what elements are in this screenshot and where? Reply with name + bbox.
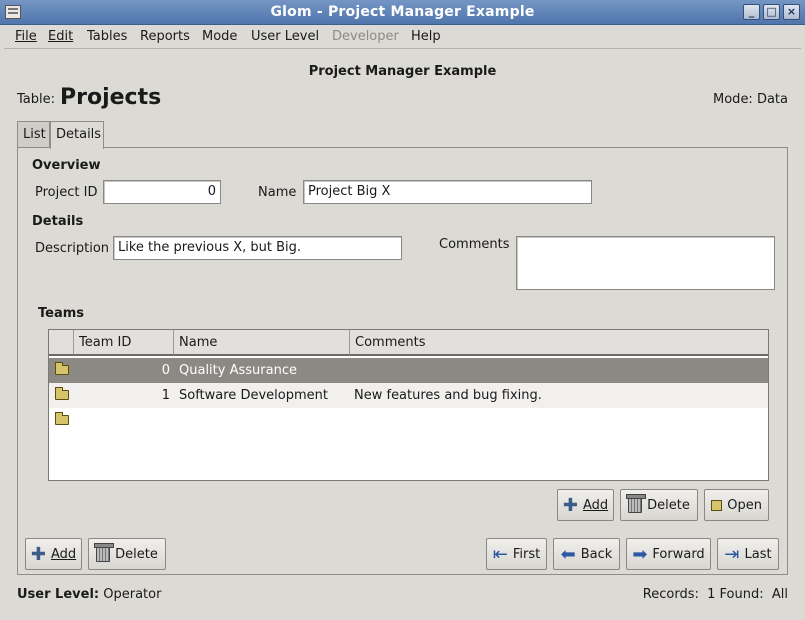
- minimize-icon[interactable]: _: [743, 4, 760, 20]
- teams-heading: Teams: [38, 306, 85, 321]
- back-label: Back: [580, 546, 613, 562]
- menu-bar: File Edit Tables Reports Mode User Level…: [4, 25, 801, 49]
- status-user-level: User Level: Operator: [17, 587, 161, 602]
- record-add-label: Add: [50, 546, 77, 562]
- teams-delete-button[interactable]: Delete: [620, 489, 698, 521]
- user-level-label: User Level:: [17, 587, 100, 602]
- last-label: Last: [744, 546, 772, 562]
- menu-mode[interactable]: Mode: [202, 29, 237, 44]
- maximize-icon[interactable]: □: [763, 4, 780, 20]
- teams-open-button[interactable]: Open: [704, 489, 769, 521]
- first-button[interactable]: ⇤ First: [486, 538, 547, 570]
- menu-file[interactable]: File: [15, 29, 37, 44]
- table-row[interactable]: 1 Software Development New features and …: [49, 383, 768, 408]
- open-record-icon[interactable]: [55, 412, 69, 425]
- column-header-comments[interactable]: Comments: [350, 330, 768, 356]
- team-name-cell: Quality Assurance: [179, 363, 297, 378]
- teams-add-button[interactable]: ✚ Add: [557, 489, 614, 521]
- record-delete-button[interactable]: Delete: [88, 538, 166, 570]
- details-heading: Details: [32, 214, 84, 229]
- team-id-cell: 0: [161, 363, 170, 378]
- status-records: Records: 1 Found: All: [642, 587, 788, 602]
- column-header-icon[interactable]: [49, 330, 74, 356]
- comments-label: Comments: [439, 237, 510, 252]
- column-header-team-id[interactable]: Team ID: [74, 330, 174, 356]
- title-bar: Glom - Project Manager Example _ □ ×: [0, 0, 805, 25]
- project-id-field[interactable]: 0: [103, 180, 221, 204]
- tab-details[interactable]: Details: [50, 121, 104, 149]
- overview-heading: Overview: [32, 158, 101, 173]
- trash-icon: [94, 543, 115, 562]
- open-record-icon[interactable]: [55, 362, 69, 375]
- first-arrow-icon: ⇤: [492, 543, 508, 565]
- menu-edit[interactable]: Edit: [48, 29, 73, 44]
- trash-icon: [626, 494, 647, 513]
- team-name-cell: Software Development: [179, 388, 328, 403]
- column-header-name[interactable]: Name: [174, 330, 350, 356]
- document-title: Project Manager Example: [308, 64, 497, 79]
- menu-edit-label: Edit: [48, 29, 74, 44]
- last-button[interactable]: ⇥ Last: [717, 538, 779, 570]
- table-name: Projects: [60, 85, 162, 110]
- first-label: First: [512, 546, 541, 562]
- menu-file-label: File: [15, 29, 37, 44]
- record-add-button[interactable]: ✚ Add: [25, 538, 82, 570]
- teams-add-label: Add: [582, 497, 609, 513]
- window-title: Glom - Project Manager Example: [270, 4, 535, 20]
- name-label: Name: [258, 185, 297, 200]
- table-label: Table:: [17, 92, 55, 107]
- plus-icon: ✚: [30, 543, 46, 565]
- user-level-value: Operator: [103, 587, 162, 602]
- project-id-label: Project ID: [35, 185, 98, 200]
- team-comments-cell: New features and bug fixing.: [354, 388, 542, 403]
- record-delete-label: Delete: [115, 546, 158, 562]
- comments-field[interactable]: [516, 236, 775, 290]
- back-arrow-icon: ⬅: [560, 543, 576, 565]
- menu-user-level[interactable]: User Level: [251, 29, 319, 44]
- table-row[interactable]: 0 Quality Assurance: [49, 358, 768, 383]
- menu-tables[interactable]: Tables: [87, 29, 127, 44]
- menu-help[interactable]: Help: [411, 29, 441, 44]
- menu-developer: Developer: [332, 29, 399, 44]
- description-field[interactable]: Like the previous X, but Big.: [113, 236, 402, 260]
- description-label: Description: [35, 241, 110, 256]
- forward-button[interactable]: ➡ Forward: [626, 538, 711, 570]
- teams-open-label: Open: [727, 497, 762, 513]
- teams-delete-label: Delete: [647, 497, 690, 513]
- table-row-new[interactable]: [49, 408, 768, 433]
- teams-table: Team ID Name Comments 0 Quality Assuranc…: [48, 329, 769, 481]
- menu-reports[interactable]: Reports: [140, 29, 190, 44]
- tab-list[interactable]: List: [17, 121, 50, 147]
- plus-icon: ✚: [562, 494, 578, 516]
- folder-open-icon: [711, 499, 723, 511]
- name-field[interactable]: Project Big X: [303, 180, 592, 204]
- team-id-cell: 1: [161, 388, 170, 403]
- forward-arrow-icon: ➡: [632, 543, 648, 565]
- open-record-icon[interactable]: [55, 387, 69, 400]
- forward-label: Forward: [652, 546, 705, 562]
- last-arrow-icon: ⇥: [724, 543, 740, 565]
- back-button[interactable]: ⬅ Back: [553, 538, 620, 570]
- close-icon[interactable]: ×: [783, 4, 800, 20]
- mode-indicator: Mode: Data: [713, 92, 788, 107]
